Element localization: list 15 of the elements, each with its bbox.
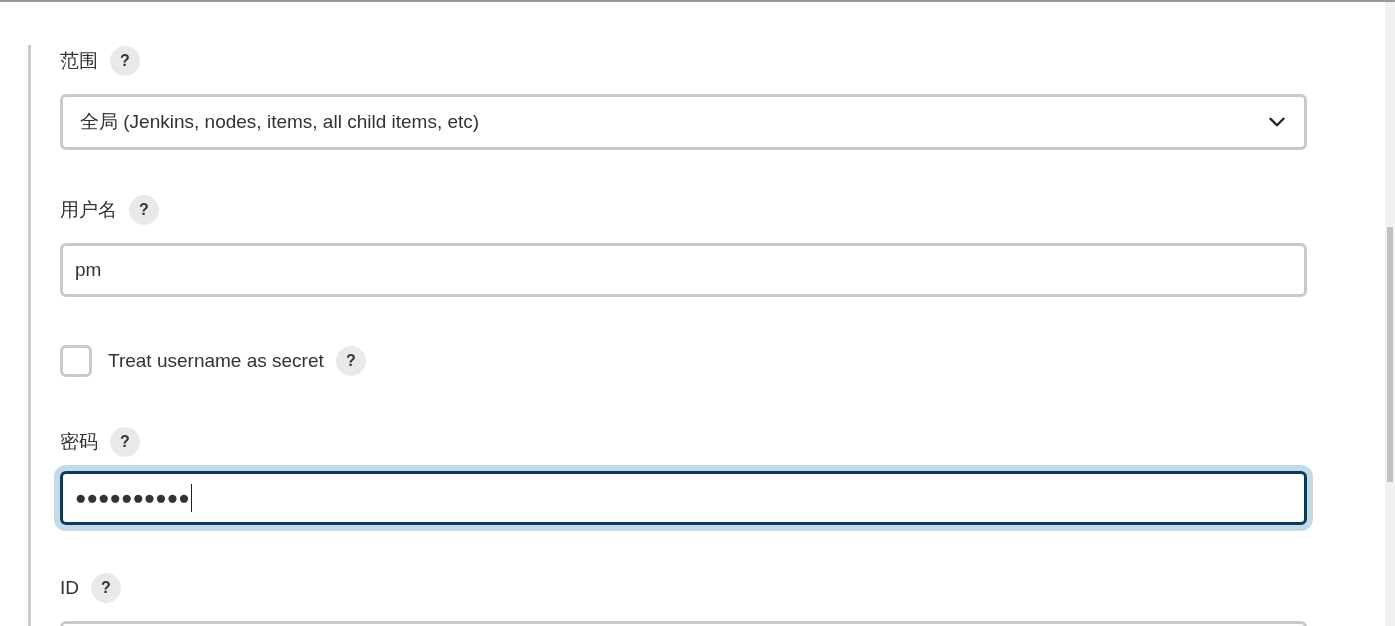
- scope-select[interactable]: 全局 (Jenkins, nodes, items, all child items, etc): [60, 94, 1307, 150]
- field-label: ID: [60, 575, 79, 600]
- field-label: 范围: [60, 48, 98, 73]
- help-button[interactable]: ?: [335, 346, 366, 376]
- text-cursor: [190, 484, 192, 512]
- text-field[interactable]: pm: [60, 243, 1307, 297]
- field-label: 密码: [60, 429, 98, 454]
- help-button[interactable]: ?: [129, 195, 159, 225]
- field-label: 用户名: [60, 197, 117, 222]
- checkbox-label: Treat username as secret: [108, 348, 324, 373]
- help-button[interactable]: ?: [110, 427, 140, 457]
- help-button[interactable]: ?: [91, 573, 121, 603]
- help-button[interactable]: ?: [110, 46, 140, 76]
- checkbox[interactable]: [60, 345, 92, 377]
- scrollbar-thumb[interactable]: [1387, 227, 1393, 482]
